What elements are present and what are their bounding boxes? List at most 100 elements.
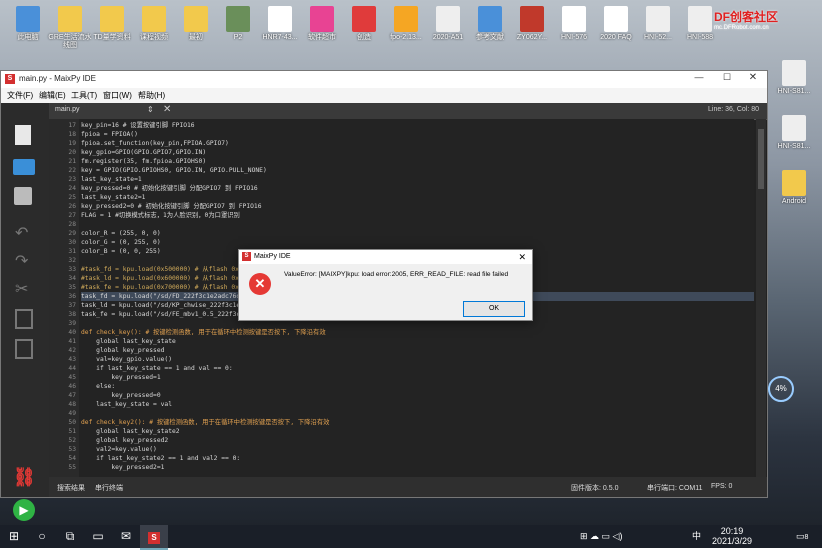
desktop-icon[interactable]: HNI-S81... — [770, 115, 818, 151]
code-line: val2=key.value() — [81, 446, 157, 453]
line-number: 39 — [68, 320, 76, 327]
watermark-sub: mc.DFRobot.com.cn — [714, 25, 769, 31]
maximize-button[interactable]: ☐ — [717, 72, 737, 83]
desktop-icon[interactable]: HNI-S81... — [770, 60, 818, 96]
desktop-icon-label: 此电脑 — [17, 34, 39, 41]
file-icon — [782, 170, 806, 196]
desktop-icon[interactable]: 课程视频 — [130, 6, 178, 42]
desktop-icon[interactable]: P2 — [214, 6, 262, 42]
menu-help[interactable]: 帮助(H) — [138, 88, 165, 103]
desktop-icon[interactable]: Android — [770, 170, 818, 206]
desktop-icon[interactable]: HNR7-43... — [256, 6, 304, 42]
menu-tools[interactable]: 工具(T) — [71, 88, 97, 103]
desktop-icon[interactable]: 此电脑 — [4, 6, 52, 42]
desktop-icon[interactable]: HNI-52... — [634, 6, 682, 42]
file-icon — [310, 6, 334, 32]
tab-search-results[interactable]: 搜索结果 — [57, 483, 85, 493]
scrollbar[interactable] — [756, 119, 766, 477]
menu-window[interactable]: 窗口(W) — [103, 88, 132, 103]
redo-icon[interactable]: ↷ — [15, 251, 28, 271]
desktop-icon[interactable]: ZY062Y... — [508, 6, 556, 42]
desktop-icon-label: 2020-A51 — [432, 34, 464, 41]
file-select[interactable]: main.py — [55, 106, 80, 113]
code-line: def check_key2(): # 按键检测函数, 用于在循环中检测按键是否… — [81, 419, 330, 426]
clock[interactable]: 20:19 2021/3/29 — [712, 526, 752, 549]
desktop-icon[interactable]: fpo-2.13... — [382, 6, 430, 42]
window-title: main.py - MaixPy IDE — [19, 74, 96, 83]
task-view-icon[interactable]: ⧉ — [56, 525, 84, 548]
close-button[interactable]: ✕ — [743, 72, 763, 83]
search-icon[interactable]: ○ — [28, 525, 56, 548]
undo-icon[interactable]: ↶ — [15, 223, 28, 243]
line-number: 29 — [68, 230, 76, 237]
file-icon — [646, 6, 670, 32]
desktop-icon[interactable]: 创造 — [340, 6, 388, 42]
desktop-icon-label: 创造 — [357, 34, 371, 41]
line-number: 23 — [68, 176, 76, 183]
desktop-icon[interactable]: TD量学资料 — [88, 6, 136, 42]
menu-edit[interactable]: 编辑(E) — [39, 88, 66, 103]
run-button[interactable]: ▶ — [13, 499, 35, 521]
line-number: 17 — [68, 122, 76, 129]
file-icon — [184, 6, 208, 32]
line-number: 25 — [68, 194, 76, 201]
copy-icon[interactable] — [15, 309, 33, 329]
tab-serial-terminal[interactable]: 串行终端 — [95, 483, 123, 493]
file-icon — [436, 6, 460, 32]
ok-button[interactable]: OK — [463, 301, 525, 317]
line-number: 37 — [68, 302, 76, 309]
code-line: global key_pressed — [81, 347, 165, 354]
file-icon — [142, 6, 166, 32]
line-number: 44 — [68, 365, 76, 372]
close-file-icon[interactable]: ✕ — [163, 104, 171, 115]
desktop-icon[interactable]: 参考文献 — [466, 6, 514, 42]
file-explorer-icon[interactable]: ▭ — [84, 525, 112, 548]
cut-icon[interactable]: ✂ — [15, 279, 28, 299]
desktop-icon[interactable]: GRE生活流水线图 — [46, 6, 94, 50]
file-icon — [226, 6, 250, 32]
title-bar: S main.py - MaixPy IDE — ☐ ✕ — [1, 71, 767, 88]
desktop-icon[interactable]: 最初 — [172, 6, 220, 42]
file-icon — [478, 6, 502, 32]
code-line: FLAG = 1 #切换模式标志，1为人脸识别，0为口罩识别 — [81, 212, 240, 219]
file-icon — [688, 6, 712, 32]
dialog-title: MaixPy IDE — [254, 253, 291, 260]
file-icon — [268, 6, 292, 32]
menu-bar: 文件(F) 编辑(E) 工具(T) 窗口(W) 帮助(H) — [1, 88, 767, 103]
desktop-icon-label: GRE生活流水线图 — [48, 34, 92, 49]
start-button[interactable]: ⊞ — [0, 525, 28, 548]
file-icon — [562, 6, 586, 32]
desktop-icon[interactable]: 2020-A51 — [424, 6, 472, 42]
disconnect-icon[interactable]: ⛓ — [13, 467, 36, 488]
desktop-icon-label: HNR7-43... — [262, 34, 298, 41]
new-file-icon[interactable] — [15, 125, 31, 145]
scrollbar-thumb[interactable] — [758, 129, 764, 189]
clock-date: 2021/3/29 — [712, 536, 753, 546]
line-number: 52 — [68, 437, 76, 444]
desktop-icon[interactable]: 2020 FAQ — [592, 6, 640, 42]
line-number: 47 — [68, 392, 76, 399]
dialog-close-button[interactable]: ✕ — [518, 250, 526, 264]
paste-icon[interactable] — [15, 339, 33, 359]
tray-icons[interactable]: ⊞ ☁ ▭ ◁) — [580, 525, 622, 548]
mail-icon[interactable]: ✉ — [112, 525, 140, 548]
notification-count: 8 — [804, 534, 809, 541]
chevron-updown-icon[interactable]: ⇕ — [147, 105, 154, 114]
line-number: 24 — [68, 185, 76, 192]
desktop-icon[interactable]: 软件超市 — [298, 6, 346, 42]
code-line: global last_key_state — [81, 338, 176, 345]
app-logo-icon: S — [5, 74, 15, 84]
open-folder-icon[interactable] — [13, 159, 35, 175]
desktop-icon-label: P2 — [233, 34, 243, 41]
save-icon[interactable] — [14, 187, 32, 205]
desktop-icon[interactable]: HNI-576 — [550, 6, 598, 42]
line-number: 34 — [68, 275, 76, 282]
minimize-button[interactable]: — — [689, 72, 709, 82]
menu-file[interactable]: 文件(F) — [7, 88, 33, 103]
code-line: color_B = (0, 0, 255) — [81, 248, 161, 255]
file-icon — [16, 6, 40, 32]
line-number: 55 — [68, 464, 76, 471]
ime-indicator[interactable]: 中 — [692, 525, 701, 548]
maixpy-taskbar-icon[interactable]: S — [140, 525, 168, 550]
notification-icon[interactable]: ▭8 — [796, 525, 808, 548]
